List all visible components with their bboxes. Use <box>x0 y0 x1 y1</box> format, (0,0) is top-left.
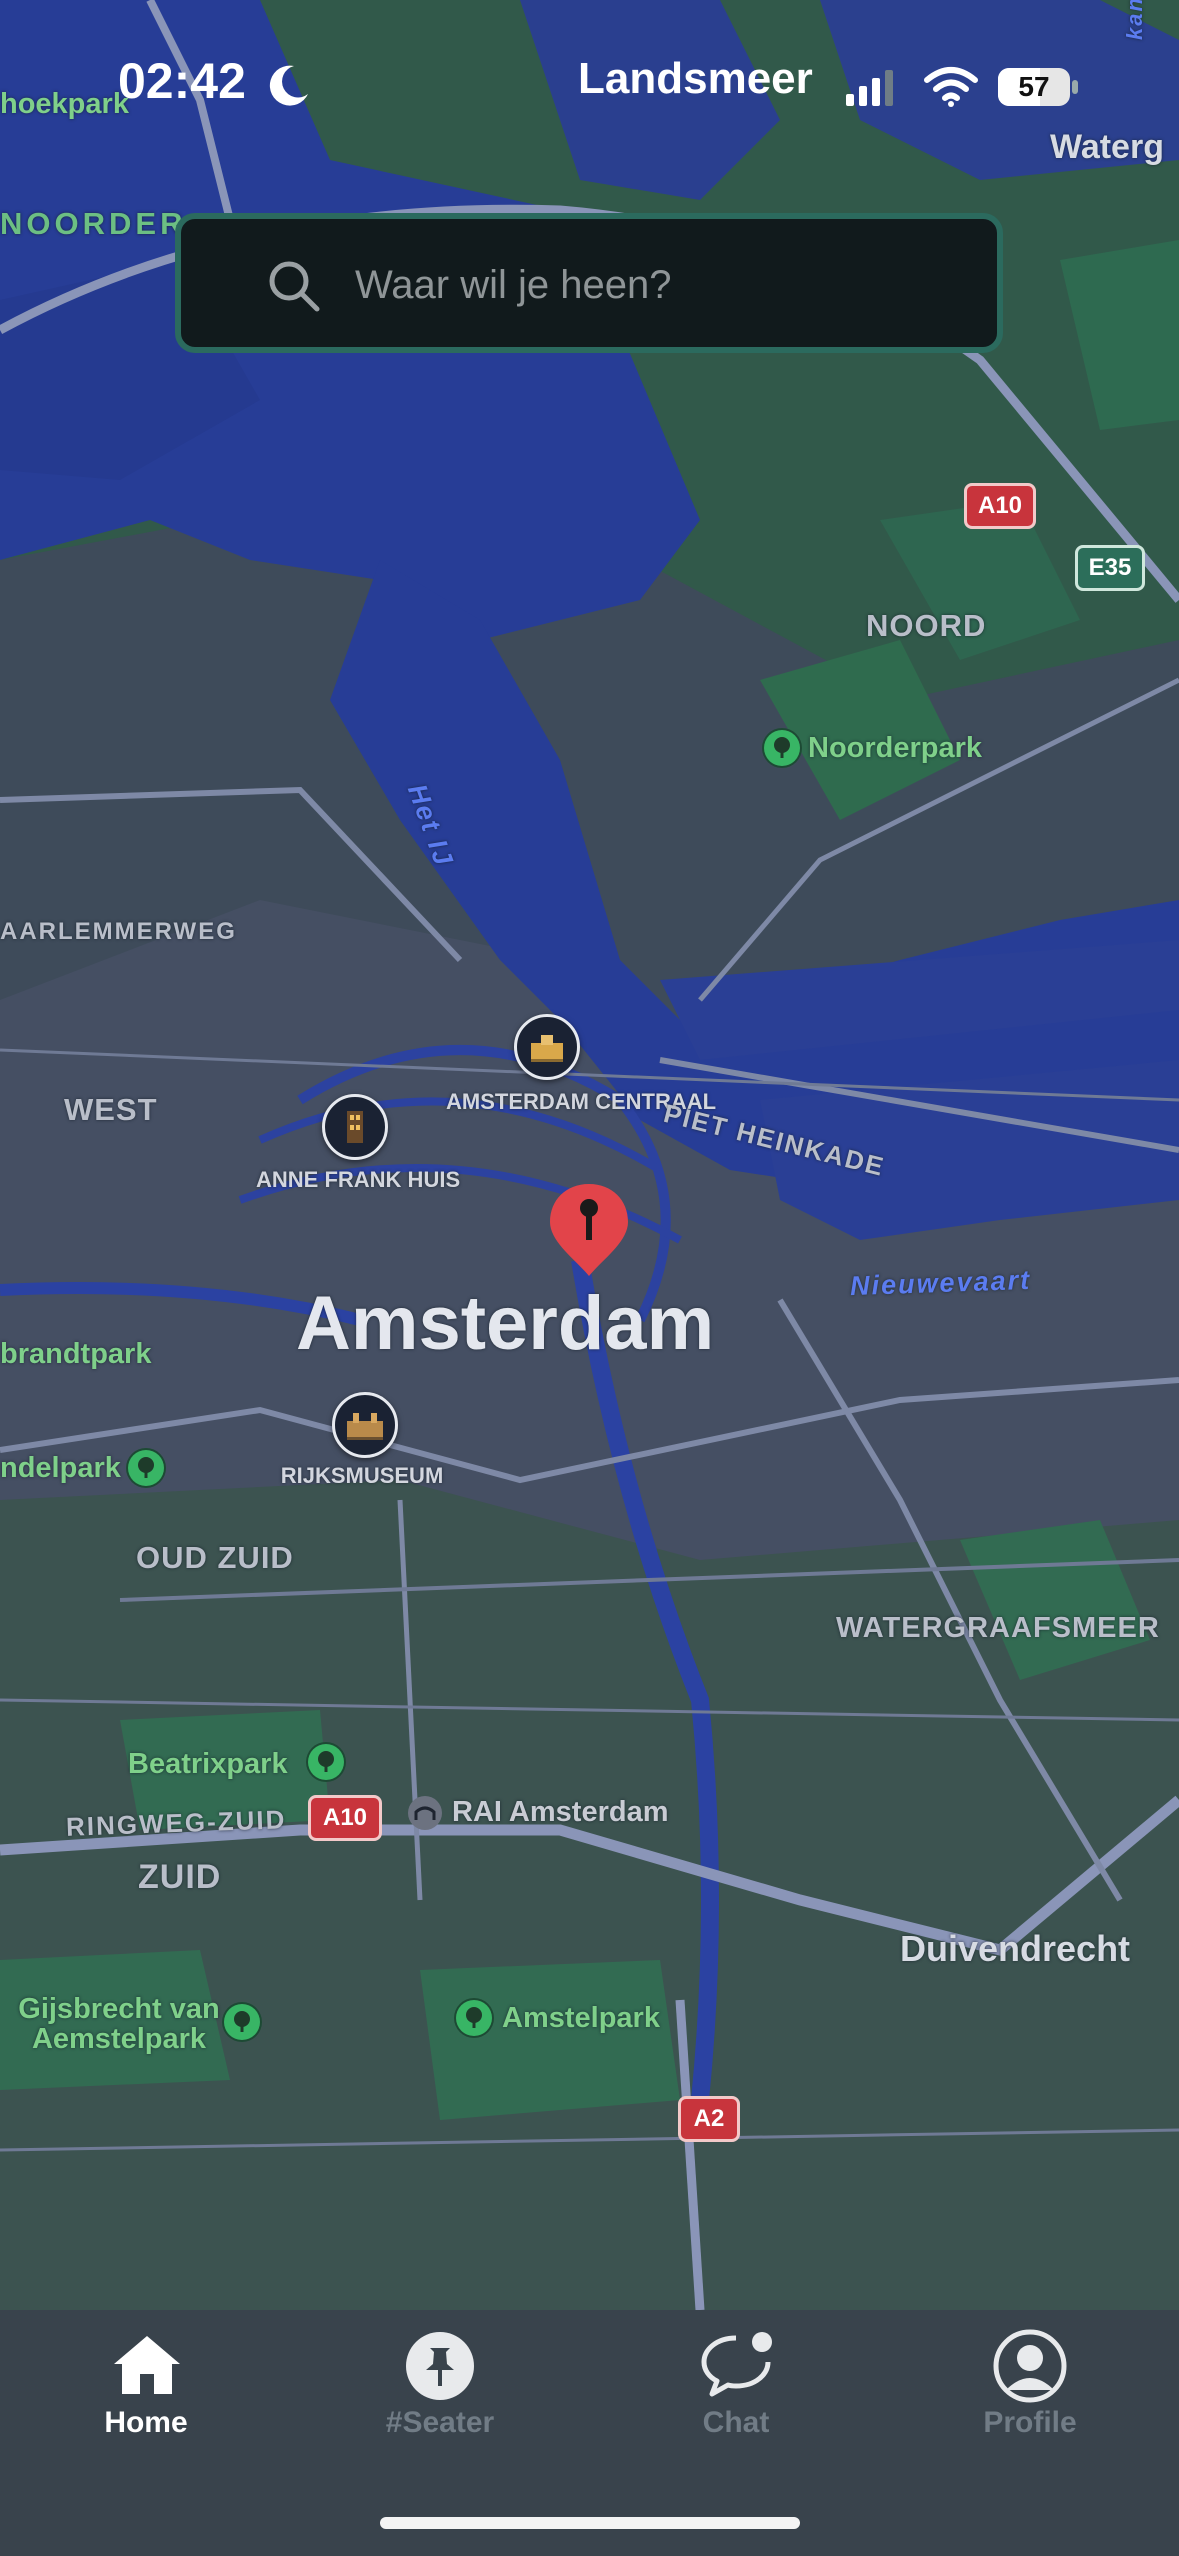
moon-icon <box>269 65 308 106</box>
venue-icon <box>408 1796 442 1830</box>
search-placeholder[interactable]: Waar wil je heen? <box>355 263 671 308</box>
road-shield-a10-north: A10 <box>964 483 1036 529</box>
poi-label-centraal: AMSTERDAM CENTRAAL <box>446 1089 717 1114</box>
road-shield-a10-south: A10 <box>308 1795 382 1841</box>
park-label-beatrixpark: Beatrixpark <box>128 1748 288 1780</box>
water-label-nieuwevaart: Nieuwevaart <box>849 1264 1032 1302</box>
status-bar: 02:42 Landsmeer 57 <box>0 0 1179 160</box>
tab-label-seater: #Seater <box>385 2406 495 2439</box>
search-bar[interactable]: Waar wil je heen? <box>175 213 1003 353</box>
wifi-icon <box>924 67 978 107</box>
road-shield-e35: E35 <box>1075 545 1145 591</box>
search-icon <box>269 261 320 312</box>
tab-label-chat: Chat <box>702 2406 770 2439</box>
road-shield-a2: A2 <box>678 2096 740 2142</box>
district-label-oud-zuid: OUD ZUID <box>136 1540 294 1575</box>
district-label-noorder: NOORDER <box>0 206 187 241</box>
district-label-zuid: ZUID <box>138 1858 222 1896</box>
city-label-amsterdam: Amsterdam <box>296 1281 715 1366</box>
park-icon <box>308 1744 344 1780</box>
park-label-amstelpark: Amstelpark <box>502 2002 660 2034</box>
landmark-anne-frank-icon[interactable] <box>322 1094 388 1160</box>
park-label-ndelpark: ndelpark <box>0 1452 121 1484</box>
tab-seater[interactable]: #Seater <box>330 2310 550 2470</box>
status-carrier: Landsmeer <box>578 54 813 103</box>
district-label-west: WEST <box>64 1092 158 1127</box>
park-icon <box>764 730 800 766</box>
tab-label-profile: Profile <box>983 2406 1077 2439</box>
profile-icon <box>993 2329 1067 2403</box>
landmark-rijksmuseum-icon[interactable] <box>332 1392 398 1458</box>
poi-label-rijksmuseum: RIJKSMUSEUM <box>280 1463 444 1488</box>
battery-tip <box>1072 80 1078 94</box>
home-indicator[interactable] <box>380 2517 800 2529</box>
battery-level: 57 <box>1018 71 1050 102</box>
district-label-noord: NOORD <box>866 608 987 643</box>
battery-icon: 57 <box>998 68 1070 106</box>
status-time: 02:42 <box>118 53 246 109</box>
place-label-duivendrecht: Duivendrecht <box>900 1928 1131 1969</box>
chat-icon <box>701 2332 772 2397</box>
tab-label-home: Home <box>104 2406 188 2439</box>
location-pin-icon[interactable] <box>546 1180 632 1280</box>
tab-profile[interactable]: Profile <box>920 2310 1140 2470</box>
tab-chat[interactable]: Chat <box>626 2310 846 2470</box>
park-icon <box>456 2000 492 2036</box>
park-label-brandtpark: brandtpark <box>0 1338 152 1370</box>
road-label-haarlemmerweg: AARLEMMERWEG <box>0 918 237 945</box>
poi-label-anne-frank: ANNE FRANK HUIS <box>256 1167 461 1192</box>
park-label-noorderpark: Noorderpark <box>808 732 983 764</box>
signal-icon <box>846 70 893 106</box>
park-label-gijsbrecht: Gijsbrecht van Aemstelpark <box>18 1993 220 2055</box>
tab-home[interactable]: Home <box>36 2310 256 2470</box>
home-icon <box>114 2336 180 2394</box>
park-icon <box>224 2004 260 2040</box>
park-icon <box>128 1450 164 1486</box>
district-label-watergraafsmeer: WATERGRAAFSMEER <box>836 1612 1160 1644</box>
pin-icon <box>406 2332 474 2400</box>
poi-label-rai: RAI Amsterdam <box>452 1796 669 1828</box>
landmark-centraal-icon[interactable] <box>514 1014 580 1080</box>
